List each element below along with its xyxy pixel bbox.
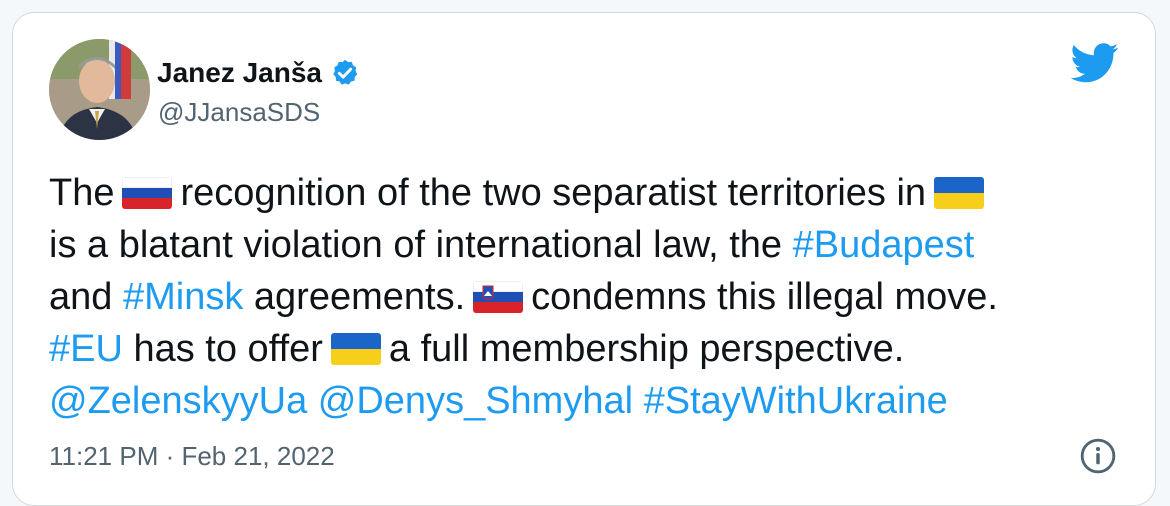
mention-link[interactable]: @ZelenskyyUa bbox=[49, 380, 307, 422]
tweet-line: The recognition of the two separatist ter… bbox=[49, 167, 1139, 219]
hashtag-link[interactable]: #Budapest bbox=[793, 224, 975, 266]
tweet-text-segment: The bbox=[49, 172, 115, 214]
avatar[interactable] bbox=[49, 39, 150, 140]
tweet-text-segment: and bbox=[49, 276, 113, 318]
tweet-line: and #Minsk agreements. condemns this ille… bbox=[49, 271, 1139, 323]
author-row: Janez Janša bbox=[157, 53, 360, 93]
tweet-card: Janez Janša @JJansaSDS The recognition of… bbox=[12, 12, 1156, 506]
tweet-text-segment: has to offer bbox=[133, 328, 323, 370]
tweet-text-segment: condemns this illegal move. bbox=[531, 276, 998, 318]
tweet-text-segment: is a blatant violation of international … bbox=[49, 224, 783, 266]
ukraine-flag-icon bbox=[330, 333, 381, 365]
tweet-line: is a blatant violation of international … bbox=[49, 219, 1139, 271]
author-handle[interactable]: @JJansaSDS bbox=[158, 97, 320, 128]
tweet-text-segment: recognition of the two separatist territ… bbox=[180, 172, 927, 214]
tweet-text-segment: a full membership perspective. bbox=[388, 328, 905, 370]
verified-badge-icon bbox=[330, 58, 360, 88]
tweet-line: #EU has to offer a full membership perspe… bbox=[49, 323, 1139, 375]
mention-link[interactable]: @Denys_Shmyhal bbox=[318, 380, 633, 422]
tweet-text-segment: agreements. bbox=[253, 276, 466, 318]
tweet-text: The recognition of the two separatist ter… bbox=[49, 167, 1139, 427]
ukraine-flag-icon bbox=[934, 177, 985, 209]
info-icon[interactable] bbox=[1079, 437, 1117, 475]
hashtag-link[interactable]: #Minsk bbox=[123, 276, 243, 318]
hashtag-link[interactable]: #StayWithUkraine bbox=[644, 380, 948, 422]
twitter-bird-icon[interactable] bbox=[1070, 43, 1119, 83]
hashtag-link[interactable]: #EU bbox=[49, 328, 123, 370]
russia-flag-icon bbox=[122, 177, 173, 209]
author-name[interactable]: Janez Janša bbox=[157, 57, 322, 89]
tweet-line: @ZelenskyyUa @Denys_Shmyhal #StayWithUkr… bbox=[49, 375, 1139, 427]
tweet-timestamp[interactable]: 11:21 PM · Feb 21, 2022 bbox=[49, 441, 335, 472]
slovenia-flag-icon bbox=[473, 281, 524, 313]
